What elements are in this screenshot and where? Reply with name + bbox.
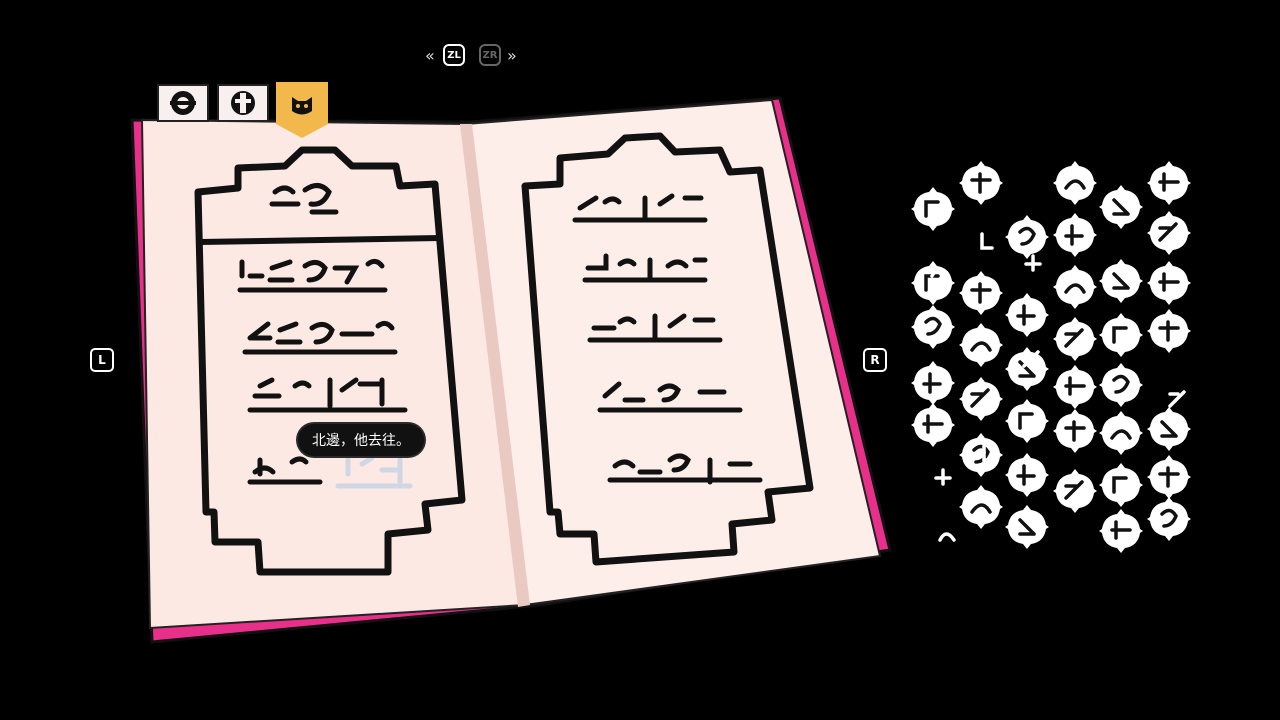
rune-glyph-icon: [959, 377, 1003, 421]
rune-glyph-icon: [1099, 363, 1143, 407]
rune-badge[interactable]: [1146, 260, 1192, 306]
rune-glyph-icon: [1147, 161, 1191, 205]
rune-badge[interactable]: [1004, 398, 1050, 444]
rune-badge[interactable]: [1004, 292, 1050, 338]
rune-badge[interactable]: [1052, 316, 1098, 362]
loose-glyph-icon[interactable]: [934, 522, 960, 548]
rune-glyph-icon: [911, 361, 955, 405]
rune-badge[interactable]: [1052, 408, 1098, 454]
rune-glyph-icon: [1053, 161, 1097, 205]
rune-badge[interactable]: [910, 304, 956, 350]
rune-glyph-icon: [1147, 407, 1191, 451]
rune-glyph-icon: [911, 187, 955, 231]
journal-book: [120, 80, 900, 650]
rune-glyph-icon: [1147, 309, 1191, 353]
rune-badge[interactable]: [1052, 468, 1098, 514]
loose-glyph-icon[interactable]: [974, 228, 1000, 254]
loose-glyph-icon[interactable]: [976, 440, 1002, 466]
rune-badge[interactable]: [910, 186, 956, 232]
rune-badge[interactable]: [1146, 308, 1192, 354]
rune-glyph-icon: [1099, 313, 1143, 357]
rune-badge[interactable]: [1146, 406, 1192, 452]
rune-glyph-icon: [1099, 185, 1143, 229]
rune-glyph-icon: [1053, 317, 1097, 361]
rune-badge[interactable]: [1052, 160, 1098, 206]
chevron-right-icon: »: [507, 46, 517, 65]
rune-badge[interactable]: [1146, 160, 1192, 206]
rune-glyph-icon: [1053, 409, 1097, 453]
rune-badge[interactable]: [1098, 258, 1144, 304]
rune-badge[interactable]: [1004, 504, 1050, 550]
rune-badge[interactable]: [1052, 364, 1098, 410]
l-button[interactable]: L: [90, 348, 114, 372]
rune-badge[interactable]: [1098, 312, 1144, 358]
rune-badge[interactable]: [1098, 184, 1144, 230]
rune-badge[interactable]: [958, 484, 1004, 530]
zl-button[interactable]: ZL: [443, 44, 465, 66]
rune-badge[interactable]: [910, 360, 956, 406]
rune-badge[interactable]: [958, 270, 1004, 316]
loose-glyph-icon[interactable]: [930, 464, 956, 490]
zr-button[interactable]: ZR: [479, 44, 501, 66]
rune-glyph-icon: [1099, 509, 1143, 553]
rune-glyph-icon: [1053, 213, 1097, 257]
rune-glyph-icon: [1099, 259, 1143, 303]
journal-tab-compass[interactable]: [157, 84, 209, 122]
right-page-script: [572, 193, 763, 485]
glyph-palette: [900, 150, 1210, 570]
loose-glyph-icon[interactable]: [1018, 346, 1044, 372]
rune-glyph-icon: [1147, 211, 1191, 255]
rune-glyph-icon: [1005, 293, 1049, 337]
cross-emblem-icon: [231, 91, 255, 115]
rune-badge[interactable]: [1146, 210, 1192, 256]
rune-glyph-icon: [911, 305, 955, 349]
rune-glyph-icon: [959, 161, 1003, 205]
rune-badge[interactable]: [1098, 462, 1144, 508]
compass-emblem-icon: [170, 91, 196, 115]
rune-badge[interactable]: [910, 402, 956, 448]
chevron-left-icon: «: [425, 46, 435, 65]
loose-glyph-icon[interactable]: [1020, 250, 1046, 276]
rune-glyph-icon: [1005, 399, 1049, 443]
rune-badge[interactable]: [1098, 508, 1144, 554]
rune-glyph-icon: [1053, 265, 1097, 309]
rune-glyph-icon: [1053, 365, 1097, 409]
translation-tooltip: 北邊，他去往。: [298, 424, 424, 456]
rune-glyph-icon: [959, 485, 1003, 529]
rune-glyph-icon: [1099, 411, 1143, 455]
cat-mask-icon: [292, 97, 312, 115]
rune-glyph-icon: [1099, 463, 1143, 507]
rune-badge[interactable]: [1098, 410, 1144, 456]
rune-glyph-icon: [1147, 497, 1191, 541]
rune-glyph-icon: [1005, 453, 1049, 497]
rune-glyph-icon: [1147, 455, 1191, 499]
rune-badge[interactable]: [958, 322, 1004, 368]
journal-tab-cross[interactable]: [217, 84, 269, 122]
loose-glyph-icon[interactable]: [926, 258, 952, 284]
loose-glyph-icon[interactable]: [1164, 386, 1190, 412]
rune-badge[interactable]: [958, 160, 1004, 206]
rune-badge[interactable]: [1004, 452, 1050, 498]
page-switch-hint: « ZL ZR »: [425, 44, 525, 70]
rune-badge[interactable]: [958, 376, 1004, 422]
rune-badge[interactable]: [1052, 264, 1098, 310]
rune-glyph-icon: [911, 403, 955, 447]
rune-glyph-icon: [959, 271, 1003, 315]
rune-glyph-icon: [1053, 469, 1097, 513]
rune-glyph-icon: [959, 323, 1003, 367]
rune-glyph-icon: [1005, 505, 1049, 549]
rune-glyph-icon: [1147, 261, 1191, 305]
rune-badge[interactable]: [1146, 496, 1192, 542]
rune-badge[interactable]: [1146, 454, 1192, 500]
rune-badge[interactable]: [1052, 212, 1098, 258]
rune-badge[interactable]: [1098, 362, 1144, 408]
